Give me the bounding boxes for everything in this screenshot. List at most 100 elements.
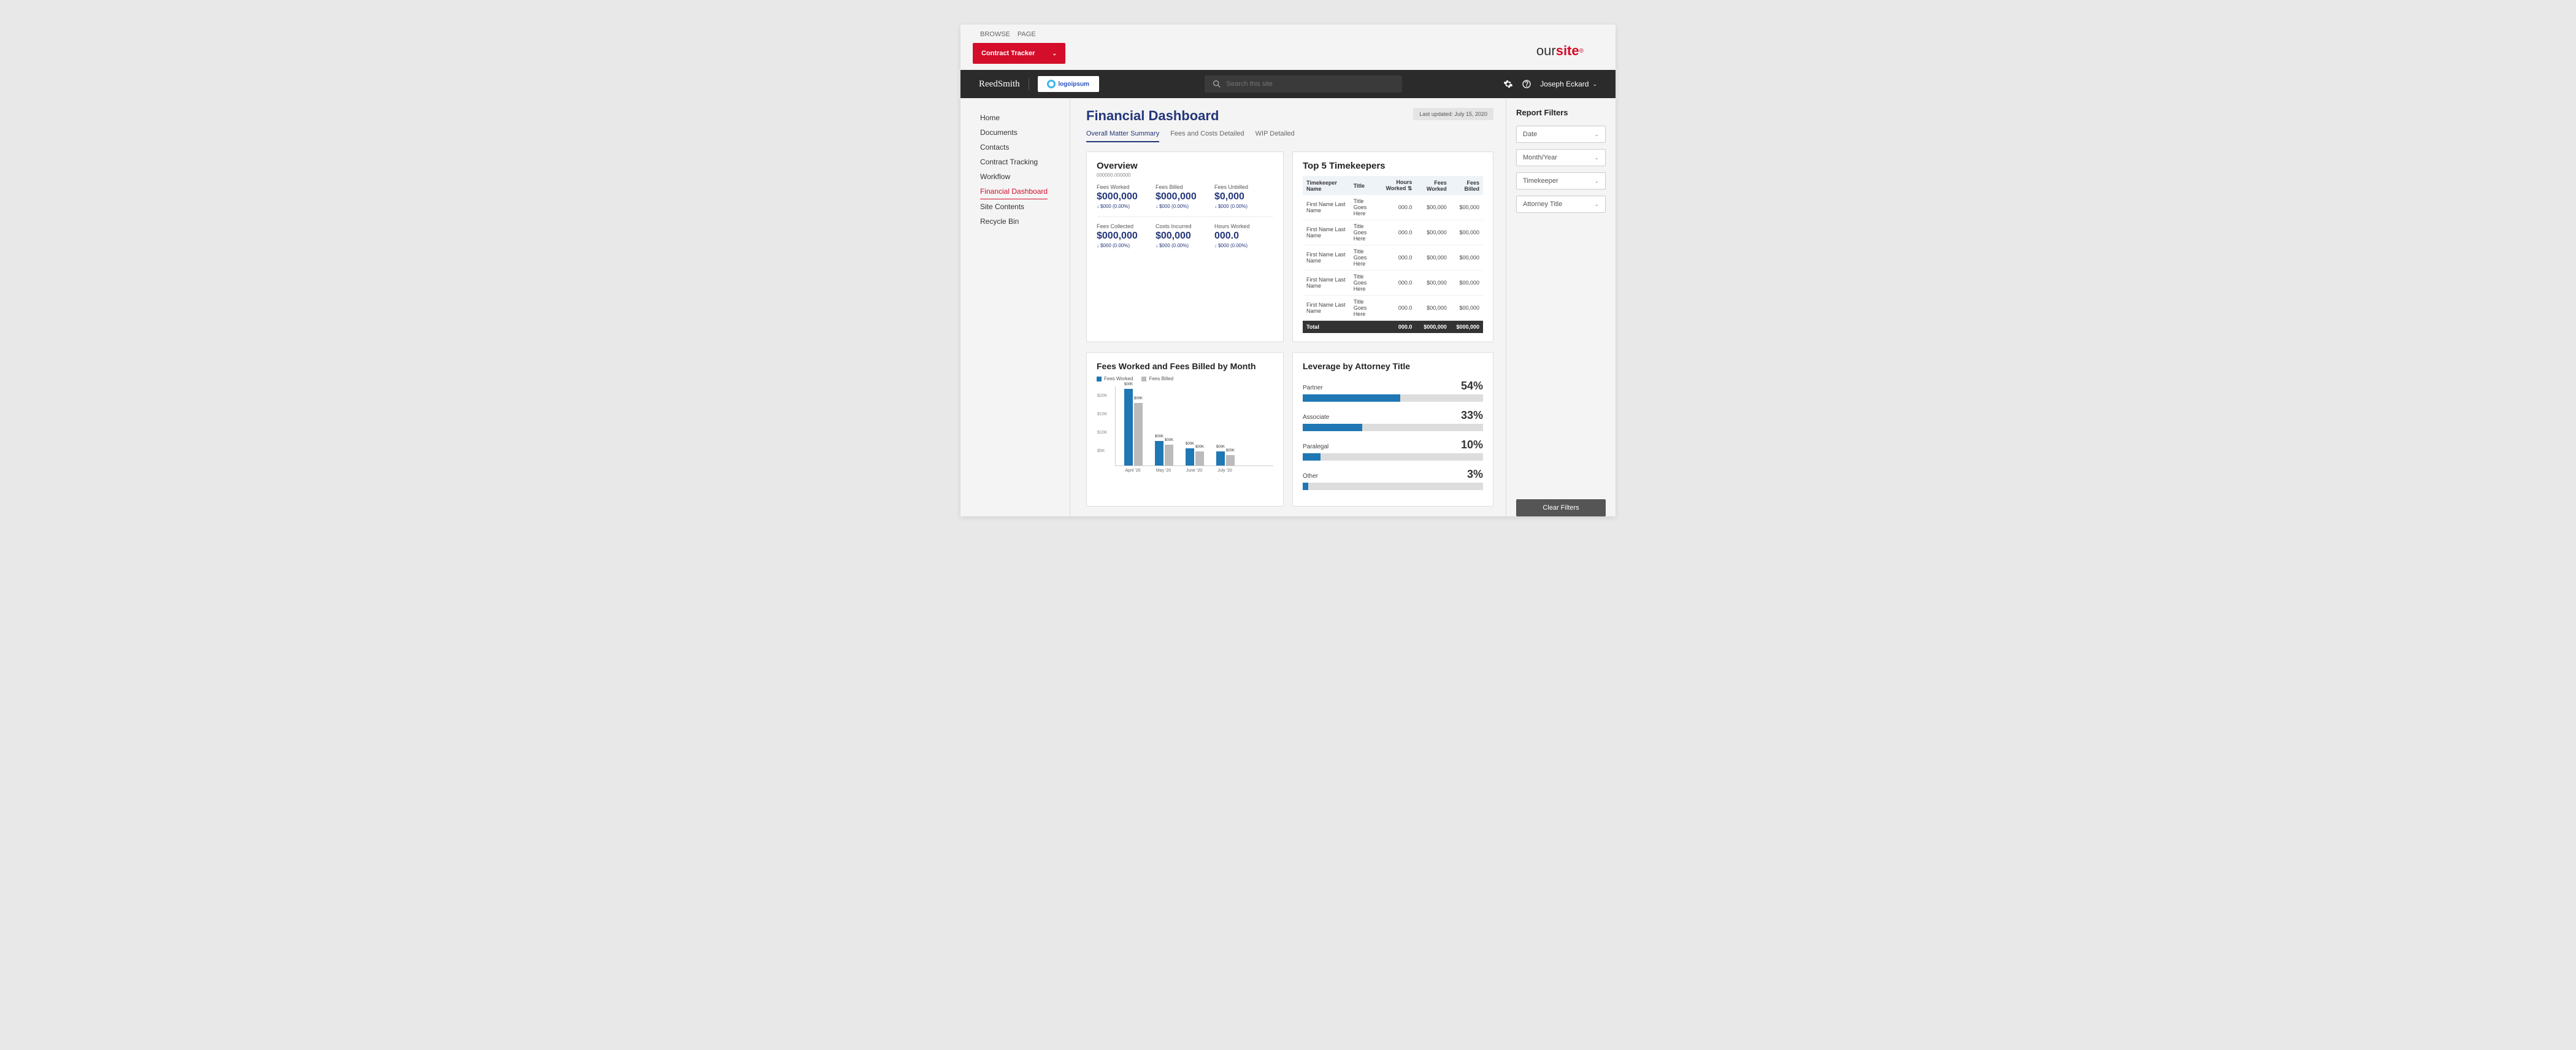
filter-dropdown[interactable]: Date⌄ bbox=[1516, 126, 1606, 143]
table-header[interactable]: Fees Billed bbox=[1451, 176, 1483, 195]
search-box[interactable] bbox=[1205, 75, 1402, 93]
chart-bar: $00K bbox=[1226, 455, 1235, 466]
leverage-label: Paralegal bbox=[1303, 443, 1328, 450]
leverage-bar-track bbox=[1303, 453, 1483, 461]
bar-group: $00K$00K bbox=[1186, 448, 1204, 466]
chart-bar: $00K bbox=[1216, 451, 1225, 466]
legend-fees-worked: Fees Worked bbox=[1097, 376, 1133, 381]
sidenav-item[interactable]: Site Contents bbox=[980, 199, 1070, 214]
swatch-grey-icon bbox=[1141, 377, 1146, 381]
ribbon: BROWSE PAGE bbox=[960, 25, 1616, 38]
table-header[interactable]: Fees Worked bbox=[1416, 176, 1450, 195]
clear-filters-button[interactable]: Clear Filters bbox=[1516, 499, 1606, 516]
tab[interactable]: WIP Detailed bbox=[1255, 130, 1295, 142]
ribbon-browse[interactable]: BROWSE bbox=[980, 31, 1010, 38]
bar-value-label: $00K bbox=[1216, 445, 1225, 449]
contract-tracker-label: Contract Tracker bbox=[981, 50, 1035, 57]
x-tick: April '20 bbox=[1124, 469, 1142, 473]
leverage-bar-fill bbox=[1303, 394, 1400, 402]
bar-group: $00K$00K bbox=[1216, 451, 1235, 466]
bar-group: $00K$00K bbox=[1124, 389, 1143, 466]
sidenav-item[interactable]: Workflow bbox=[980, 169, 1070, 184]
table-row[interactable]: First Name Last NameTitle Goes Here000.0… bbox=[1303, 220, 1483, 245]
leverage-row: Paralegal 10% bbox=[1303, 439, 1483, 461]
overview-title: Overview bbox=[1097, 161, 1273, 171]
gear-icon[interactable] bbox=[1503, 79, 1513, 89]
app-frame: BROWSE PAGE Contract Tracker ⌄ oursite® … bbox=[960, 25, 1616, 516]
metric-value: $000,000 bbox=[1097, 231, 1156, 242]
brand: oursite® bbox=[1517, 43, 1603, 64]
timekeepers-table: Timekeeper NameTitleHours Worked ⇅Fees W… bbox=[1303, 176, 1483, 333]
metric: Fees Collected$000,000↓$000 (0.00%) bbox=[1097, 223, 1156, 248]
leverage-row: Partner 54% bbox=[1303, 380, 1483, 402]
chart-bar: $00K bbox=[1155, 441, 1163, 466]
bar-value-label: $00K bbox=[1186, 442, 1194, 446]
legend-fees-billed: Fees Billed bbox=[1141, 376, 1173, 381]
bar-value-label: $00K bbox=[1155, 435, 1163, 439]
table-row[interactable]: First Name Last NameTitle Goes Here000.0… bbox=[1303, 270, 1483, 296]
bar-value-label: $00K bbox=[1195, 445, 1204, 449]
help-icon[interactable] bbox=[1522, 79, 1531, 89]
top-bar: ReedSmith logoipsum Joseph Eckard ⌄ bbox=[960, 70, 1616, 98]
row-2: Fees Worked and Fees Billed by Month Fee… bbox=[1086, 352, 1493, 507]
sidenav-item[interactable]: Contract Tracking bbox=[980, 155, 1070, 169]
metric-delta: ↓$000 (0.00%) bbox=[1156, 204, 1214, 209]
user-name: Joseph Eckard bbox=[1540, 80, 1589, 88]
leverage-label: Partner bbox=[1303, 385, 1323, 391]
sidenav-item[interactable]: Documents bbox=[980, 125, 1070, 140]
chart-bar: $00K bbox=[1134, 403, 1143, 466]
leverage-label: Associate bbox=[1303, 414, 1329, 421]
leverage-percent: 10% bbox=[1461, 439, 1483, 451]
bar-value-label: $00K bbox=[1124, 383, 1133, 386]
chevron-down-icon: ⌄ bbox=[1592, 81, 1597, 88]
sidenav-item[interactable]: Recycle Bin bbox=[980, 214, 1070, 229]
chevron-down-icon: ⌄ bbox=[1594, 201, 1599, 208]
tab[interactable]: Fees and Costs Detailed bbox=[1170, 130, 1244, 142]
chevron-down-icon: ⌄ bbox=[1594, 131, 1599, 138]
filter-dropdown[interactable]: Month/Year⌄ bbox=[1516, 149, 1606, 166]
table-header[interactable]: Title bbox=[1350, 176, 1380, 195]
table-row[interactable]: First Name Last NameTitle Goes Here000.0… bbox=[1303, 245, 1483, 270]
table-row[interactable]: First Name Last NameTitle Goes Here000.0… bbox=[1303, 296, 1483, 321]
y-tick: $15K bbox=[1097, 412, 1107, 416]
metric-label: Fees Collected bbox=[1097, 223, 1156, 229]
metric-label: Fees Billed bbox=[1156, 184, 1214, 190]
overview-subtitle: 000000.000000 bbox=[1097, 172, 1273, 178]
filter-dropdown[interactable]: Timekeeper⌄ bbox=[1516, 172, 1606, 190]
filter-dropdown[interactable]: Attorney Title⌄ bbox=[1516, 196, 1606, 213]
x-axis-labels: April '20May '20June '20July '20 bbox=[1115, 469, 1273, 473]
contract-tracker-button[interactable]: Contract Tracker ⌄ bbox=[973, 43, 1065, 64]
tracker-bar: Contract Tracker ⌄ oursite® bbox=[960, 38, 1616, 70]
metric-delta: ↓$000 (0.00%) bbox=[1214, 204, 1273, 209]
reed-smith-logo: ReedSmith bbox=[979, 79, 1020, 90]
sort-icon[interactable]: ⇅ bbox=[1408, 185, 1413, 191]
search-input[interactable] bbox=[1227, 80, 1395, 88]
metric: Hours Worked000.0↓$000 (0.00%) bbox=[1214, 223, 1273, 248]
table-header[interactable]: Hours Worked ⇅ bbox=[1379, 176, 1416, 195]
body: HomeDocumentsContactsContract TrackingWo… bbox=[960, 98, 1616, 516]
metric: Costs Incurred$00,000↓$000 (0.00%) bbox=[1156, 223, 1214, 248]
table-row[interactable]: First Name Last NameTitle Goes Here000.0… bbox=[1303, 195, 1483, 220]
table-header[interactable]: Timekeeper Name bbox=[1303, 176, 1350, 195]
chart-bar: $00K bbox=[1165, 445, 1173, 466]
chart-legend: Fees Worked Fees Billed bbox=[1097, 376, 1273, 381]
bar-value-label: $00K bbox=[1165, 439, 1173, 442]
brand-site: site bbox=[1556, 43, 1579, 59]
metric-delta: ↓$000 (0.00%) bbox=[1097, 204, 1156, 209]
chevron-down-icon: ⌄ bbox=[1594, 155, 1599, 161]
user-menu[interactable]: Joseph Eckard ⌄ bbox=[1540, 80, 1597, 88]
ribbon-page[interactable]: PAGE bbox=[1018, 31, 1036, 38]
bar-group: $00K$00K bbox=[1155, 441, 1173, 466]
sidenav-item[interactable]: Home bbox=[980, 110, 1070, 125]
bar-right: Joseph Eckard ⌄ bbox=[1503, 79, 1597, 89]
metric-value: $00,000 bbox=[1156, 231, 1214, 242]
chart-bar: $00K bbox=[1124, 389, 1133, 466]
metric-label: Fees Unbilled bbox=[1214, 184, 1273, 190]
timekeepers-title: Top 5 Timekeepers bbox=[1303, 161, 1483, 171]
tab[interactable]: Overall Matter Summary bbox=[1086, 130, 1159, 142]
leverage-bar-track bbox=[1303, 483, 1483, 490]
leverage-percent: 54% bbox=[1461, 380, 1483, 393]
leverage-title: Leverage by Attorney Title bbox=[1303, 361, 1483, 371]
sidenav-item[interactable]: Contacts bbox=[980, 140, 1070, 155]
sidenav-item[interactable]: Financial Dashboard bbox=[980, 184, 1048, 199]
